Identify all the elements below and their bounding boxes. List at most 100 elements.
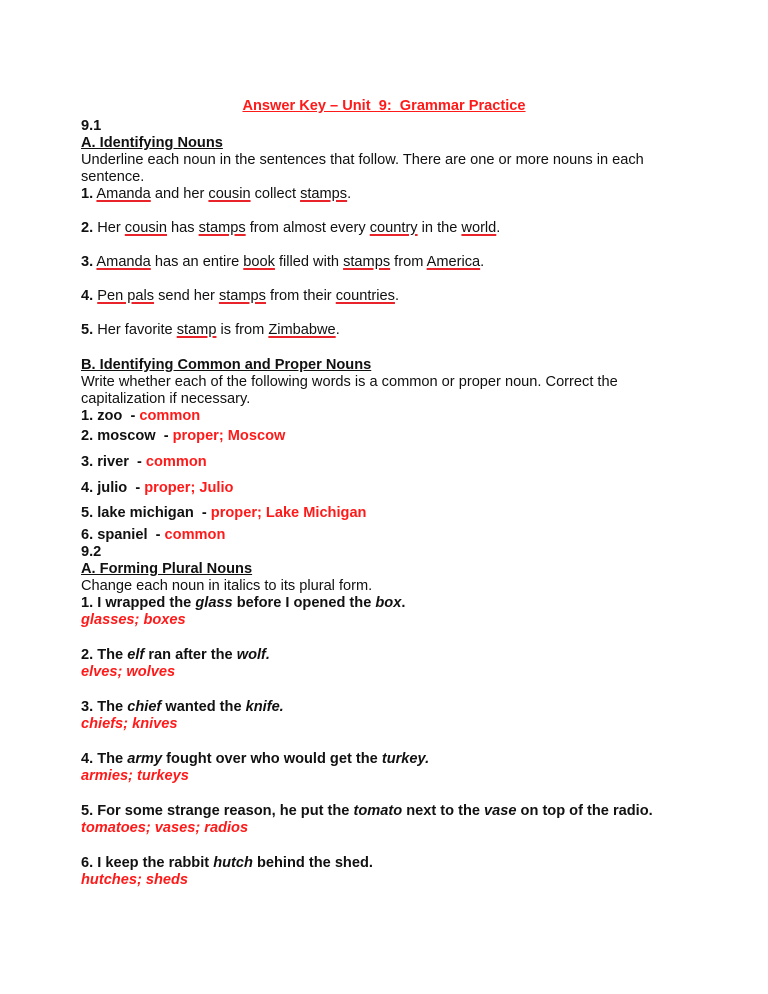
underlined-noun: cousin [208, 186, 251, 202]
sentence-text: . [401, 595, 406, 611]
underlined-noun: stamps [300, 186, 348, 202]
instructions-nouns-line1: Underline each noun in the sentences tha… [81, 152, 644, 168]
heading-identifying-nouns: A. Identifying Nouns [81, 135, 223, 151]
page-title: Answer Key – Unit 9: Grammar Practice [242, 98, 526, 114]
plural-sentence: 3. The chief wanted the knife. [81, 699, 284, 716]
section-number-9-2: 9.2 [81, 544, 102, 560]
noun-sentence: 4. Pen pals send her stamps from their c… [81, 288, 399, 305]
item-number: 5. [81, 322, 94, 338]
sentence-text: 3. The [81, 699, 128, 715]
sentence-text: . [394, 288, 400, 304]
instructions-common-proper-line2: capitalization if necessary. [81, 391, 251, 407]
item-number: 3. [81, 254, 94, 270]
italic-noun: box [375, 595, 402, 611]
word-question: 6. spaniel - [81, 527, 165, 543]
plural-sentence: 6. I keep the rabbit hutch behind the sh… [81, 855, 373, 872]
underlined-noun: Amanda [96, 186, 151, 202]
answer-text: proper; Moscow [172, 428, 286, 444]
sentence-text: from almost every [245, 220, 370, 236]
plural-sentence: 2. The elf ran after the wolf. [81, 647, 270, 664]
sentence-text: . [480, 254, 485, 270]
noun-sentence: 1. Amanda and her cousin collect stamps. [81, 186, 351, 203]
plural-answer: glasses; boxes [81, 612, 186, 628]
heading-forming-plural-nouns: A. Forming Plural Nouns [81, 561, 253, 577]
answer-text: proper; Lake Michigan [210, 505, 367, 521]
common-proper-item: 3. river - common [81, 454, 207, 471]
italic-noun: tomato [353, 803, 403, 819]
underlined-noun: country [369, 220, 418, 236]
common-proper-item: 5. lake michigan - proper; Lake Michigan [81, 505, 366, 522]
plural-sentence: 1. I wrapped the glass before I opened t… [81, 595, 405, 612]
italic-noun: vase [484, 803, 517, 819]
sentence-text: . [496, 220, 501, 236]
word-question: 1. zoo - [81, 408, 140, 424]
heading-common-proper-nouns: B. Identifying Common and Proper Nouns [81, 357, 372, 373]
underlined-noun: Zimbabwe [268, 322, 336, 338]
answer-text: common [164, 527, 226, 543]
sentence-text: Her favorite [93, 322, 177, 338]
underlined-noun: stamps [343, 254, 391, 270]
underlined-noun: countries [335, 288, 395, 304]
sentence-text: next to the [402, 803, 485, 819]
plural-sentence: 4. The army fought over who would get th… [81, 751, 429, 768]
underlined-noun: cousin [124, 220, 167, 236]
answer-text: proper; Julio [144, 480, 234, 496]
common-proper-item: 2. moscow - proper; Moscow [81, 428, 285, 445]
italic-noun: glass [195, 595, 233, 611]
word-question: 5. lake michigan - [81, 505, 211, 521]
item-number: 2. [81, 220, 94, 236]
instructions-common-proper-line1: Write whether each of the following word… [81, 374, 618, 390]
plural-answer: chiefs; knives [81, 716, 178, 732]
noun-sentence: 3. Amanda has an entire book filled with… [81, 254, 484, 271]
sentence-text: 5. For some strange reason, he put the [81, 803, 354, 819]
sentence-text: and her [150, 186, 209, 202]
sentence-text: has an entire [150, 254, 244, 270]
sentence-text: wanted the [161, 699, 246, 715]
noun-sentence: 5. Her favorite stamp is from Zimbabwe. [81, 322, 340, 339]
italic-noun: army [127, 751, 163, 767]
underlined-noun: stamp [176, 322, 217, 338]
common-proper-item: 1. zoo - common [81, 408, 200, 425]
sentence-text: from [390, 254, 427, 270]
underlined-noun: stamps [198, 220, 246, 236]
sentence-text: has [166, 220, 199, 236]
common-proper-item: 6. spaniel - common [81, 527, 225, 544]
sentence-text: send her [154, 288, 219, 304]
instructions-nouns-line2: sentence. [81, 169, 145, 185]
underlined-noun: Pen pals [97, 288, 155, 304]
underlined-noun: world [461, 220, 497, 236]
italic-noun: turkey. [381, 751, 430, 767]
italic-noun: elf [127, 647, 145, 663]
italic-noun: chief [127, 699, 162, 715]
sentence-text: from their [265, 288, 336, 304]
sentence-text: 1. I wrapped the [81, 595, 196, 611]
sentence-text: is from [216, 322, 269, 338]
sentence-text: collect [250, 186, 301, 202]
sentence-text: behind the shed. [252, 855, 373, 871]
underlined-noun: Amanda [96, 254, 151, 270]
noun-sentence: 2. Her cousin has stamps from almost eve… [81, 220, 500, 237]
answer-text: common [145, 454, 207, 470]
sentence-text: ran after the [144, 647, 237, 663]
plural-answer: tomatoes; vases; radios [81, 820, 249, 836]
answer-text: common [139, 408, 201, 424]
sentence-text: 4. The [81, 751, 128, 767]
word-question: 2. moscow - [81, 428, 173, 444]
italic-noun: wolf. [236, 647, 270, 663]
sentence-text: before I opened the [232, 595, 376, 611]
italic-noun: hutch [213, 855, 253, 871]
sentence-text: 2. The [81, 647, 128, 663]
sentence-text: 6. I keep the rabbit [81, 855, 214, 871]
instructions-plural: Change each noun in italics to its plura… [81, 578, 373, 594]
common-proper-item: 4. julio - proper; Julio [81, 480, 233, 497]
section-number-9-1: 9.1 [81, 118, 102, 134]
plural-answer: hutches; sheds [81, 872, 189, 888]
sentence-text: . [335, 322, 340, 338]
sentence-text: on top of the radio. [516, 803, 653, 819]
word-question: 3. river - [81, 454, 146, 470]
plural-answer: armies; turkeys [81, 768, 189, 784]
sentence-text: filled with [274, 254, 344, 270]
underlined-noun: America [426, 254, 481, 270]
underlined-noun: book [243, 254, 275, 270]
sentence-text: . [347, 186, 352, 202]
